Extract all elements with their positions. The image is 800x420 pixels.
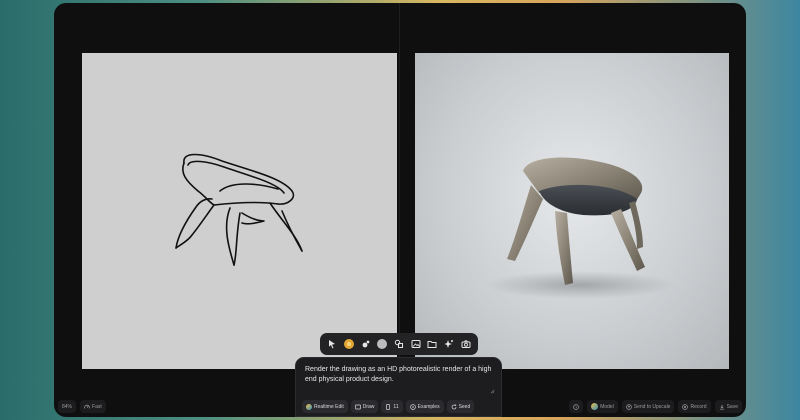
app-window: Render the drawing as an HD photorealist… xyxy=(54,3,746,417)
prompt-input[interactable]: Render the drawing as an HD photorealist… xyxy=(305,365,495,385)
image-icon xyxy=(411,340,421,348)
record-label: Record xyxy=(690,403,707,410)
color-swatch-icon xyxy=(343,339,354,349)
magic-tool-button[interactable] xyxy=(442,337,456,351)
send-to-upscale-label: Send to Upscale xyxy=(633,403,671,410)
camera-icon xyxy=(461,340,471,348)
download-icon xyxy=(719,404,724,410)
resize-handle-icon[interactable] xyxy=(490,389,495,394)
folder-tool-button[interactable] xyxy=(425,337,439,351)
shapes-icon xyxy=(394,339,403,348)
send-to-upscale-button[interactable]: Send to Upscale xyxy=(621,400,675,413)
prompt-panel: Render the drawing as an HD photorealist… xyxy=(295,357,502,417)
chair-render xyxy=(485,157,675,299)
bottom-left-controls: 84% Fast xyxy=(58,400,106,413)
paint-splash-icon xyxy=(362,340,370,348)
circle-shape-icon xyxy=(377,339,388,349)
shapes-tool-button[interactable] xyxy=(392,337,406,351)
draw-button[interactable]: Draw xyxy=(350,400,379,413)
save-button[interactable]: Save xyxy=(714,400,742,413)
save-label: Save xyxy=(726,403,738,410)
shape-tool-button[interactable] xyxy=(375,337,389,351)
clock-icon xyxy=(573,403,579,410)
zoom-label: 84% xyxy=(62,403,73,410)
history-button[interactable] xyxy=(569,400,584,413)
prompt-chips: Realtime Edit Draw 11 Examples Seed xyxy=(302,400,475,413)
phone-icon xyxy=(386,403,391,410)
model-avatar-icon xyxy=(306,403,312,410)
bottom-right-controls: Model Send to Upscale Record Save xyxy=(569,400,742,413)
realtime-edit-label: Realtime Edit xyxy=(314,403,344,410)
paint-tool-button[interactable] xyxy=(359,337,373,351)
upscale-icon xyxy=(626,403,632,410)
realtime-edit-button[interactable]: Realtime Edit xyxy=(302,400,348,413)
select-tool-button[interactable] xyxy=(325,337,339,351)
folder-icon xyxy=(427,341,437,348)
fast-button[interactable]: Fast xyxy=(80,400,106,413)
draw-label: Draw xyxy=(362,403,375,410)
fast-label: Fast xyxy=(92,403,102,410)
steps-button[interactable]: 11 xyxy=(381,400,403,413)
speed-icon xyxy=(84,404,90,409)
drawing-canvas[interactable] xyxy=(82,53,397,369)
examples-icon xyxy=(409,403,416,410)
draw-icon xyxy=(354,404,361,409)
sparkle-icon xyxy=(444,340,453,348)
model-label: Model xyxy=(600,403,614,410)
color-tool-button[interactable] xyxy=(342,337,356,351)
cursor-icon xyxy=(329,340,336,349)
model-avatar-icon xyxy=(591,403,599,410)
zoom-button[interactable]: 84% xyxy=(58,400,77,413)
examples-label: Examples xyxy=(417,403,440,410)
record-icon xyxy=(682,403,689,410)
chair-sketch xyxy=(175,153,303,266)
model-button[interactable]: Model xyxy=(587,400,618,413)
image-tool-button[interactable] xyxy=(409,337,423,351)
camera-tool-button[interactable] xyxy=(459,337,473,351)
refresh-icon xyxy=(451,403,456,409)
render-output xyxy=(415,53,729,369)
examples-button[interactable]: Examples xyxy=(405,400,444,413)
steps-label: 11 xyxy=(393,403,399,410)
tool-toolbar xyxy=(320,333,478,355)
seed-label: Seed xyxy=(458,403,471,410)
record-button[interactable]: Record xyxy=(678,400,711,413)
seed-button[interactable]: Seed xyxy=(446,400,475,413)
